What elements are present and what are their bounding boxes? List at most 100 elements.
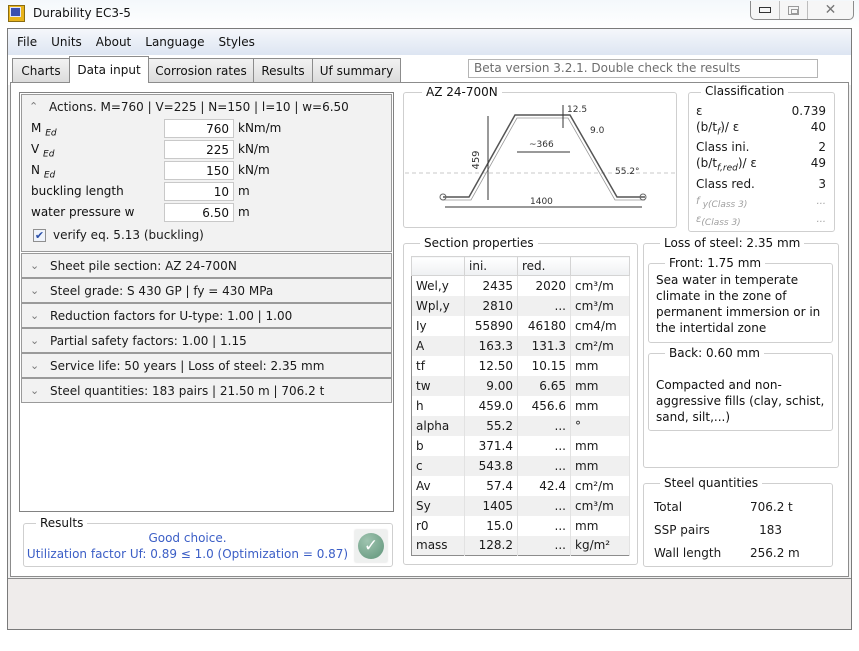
minimize-button[interactable]	[751, 1, 781, 19]
reduction-factors-header[interactable]: ⌄ Reduction factors for U-type: 1.00 | 1.…	[21, 303, 392, 328]
table-row[interactable]: c 543.8... mm	[411, 455, 630, 476]
table-row[interactable]: Av 57.4 42.4 cm²/m	[411, 475, 630, 496]
property-name: h	[411, 395, 465, 416]
service-life-header[interactable]: ⌄ Service life: 50 years | Loss of steel:…	[21, 353, 392, 378]
unit: cm³/m	[570, 495, 630, 516]
initial-value: 2810	[464, 295, 518, 316]
section-properties-title: Section properties	[420, 236, 538, 250]
v-ed-input[interactable]	[164, 140, 234, 159]
table-row[interactable]: h 459.0 456.6 mm	[411, 395, 630, 416]
column-header-unit[interactable]	[570, 256, 630, 276]
unit: cm²/m	[570, 335, 630, 356]
menu-bar: File Units About Language Styles	[8, 29, 851, 55]
table-row[interactable]: Iy 55890 46180 cm4/m	[411, 315, 630, 336]
n-ed-input[interactable]	[164, 161, 234, 180]
front-corrosion-title: Front: 1.75 mm	[665, 256, 766, 270]
tab-data-input[interactable]: Data input	[69, 56, 149, 83]
column-header[interactable]	[411, 256, 465, 276]
steel-quantities-header[interactable]: ⌄ Steel quantities: 183 pairs | 21.50 m |…	[21, 378, 392, 403]
table-row[interactable]: Wel,y 2435 2020 cm³/m	[411, 275, 630, 296]
back-corrosion-description: Compacted and non-aggressive fills (clay…	[656, 378, 825, 424]
checkmark-icon: ✔	[34, 229, 45, 242]
app-icon	[8, 5, 25, 22]
unit: cm³/m	[570, 275, 630, 296]
table-row[interactable]: tw 9.00 6.65 mm	[411, 375, 630, 396]
chevron-down-icon: ⌄	[30, 259, 40, 272]
tab-corrosion-rates[interactable]: Corrosion rates	[148, 58, 254, 82]
property-name: Wpl,y	[411, 295, 465, 316]
verify-buckling-checkbox[interactable]: ✔	[33, 229, 46, 242]
m-ed-input[interactable]	[164, 119, 234, 138]
property-name: A	[411, 335, 465, 356]
initial-value: 55.2	[464, 415, 518, 436]
property-name: Wel,y	[411, 275, 465, 296]
menu-styles[interactable]: Styles	[219, 35, 255, 49]
initial-value: 459.0	[464, 395, 518, 416]
reduced-value: 131.3	[517, 335, 571, 356]
reduced-value: 10.15	[517, 355, 571, 376]
sheet-pile-section-header[interactable]: ⌄ Sheet pile section: AZ 24-700N	[21, 253, 392, 278]
column-header-red[interactable]: red.	[517, 256, 571, 276]
reduced-value: ...	[517, 495, 571, 516]
unit: cm³/m	[570, 295, 630, 316]
property-name: alpha	[411, 415, 465, 436]
table-row[interactable]: Sy 1405... cm³/m	[411, 495, 630, 516]
n-ed-label: N Ed	[31, 163, 56, 181]
classification-row: ε 0.739	[696, 104, 826, 118]
section-summary: Reduction factors for U-type: 1.00 | 1.0…	[50, 308, 293, 323]
actions-section-header[interactable]: ⌃ Actions. M=760 | V=225 | N=150 | l=10 …	[21, 94, 392, 119]
tab-charts[interactable]: Charts	[12, 58, 70, 82]
top-width-dim: ~366	[529, 140, 554, 150]
steel-quantity-row: SSP pairs 183	[654, 523, 782, 537]
menu-about[interactable]: About	[96, 35, 131, 49]
m-ed-label: M Ed	[31, 121, 57, 139]
menu-language[interactable]: Language	[145, 35, 204, 49]
menu-file[interactable]: File	[17, 35, 37, 49]
column-header-ini[interactable]: ini.	[464, 256, 518, 276]
buckling-length-unit: m	[238, 184, 250, 198]
verify-buckling-label[interactable]: verify eq. 5.13 (buckling)	[53, 228, 204, 242]
maximize-button[interactable]	[780, 1, 808, 19]
partial-safety-factors-header[interactable]: ⌄ Partial safety factors: 1.00 | 1.15	[21, 328, 392, 353]
table-row[interactable]: tf 12.50 10.15 mm	[411, 355, 630, 376]
classification-title: Classification	[701, 84, 789, 98]
loss-of-steel-title: Loss of steel: 2.35 mm	[660, 236, 805, 250]
buckling-length-label: buckling length	[31, 184, 124, 198]
section-summary: Partial safety factors: 1.00 | 1.15	[50, 333, 247, 348]
results-title: Results	[36, 516, 88, 530]
property-name: Sy	[411, 495, 465, 516]
chevron-down-icon: ⌄	[30, 359, 40, 372]
property-name: c	[411, 455, 465, 476]
initial-value: 2435	[464, 275, 518, 296]
check-icon: ✓	[355, 530, 387, 562]
reduced-value: ...	[517, 295, 571, 316]
reduced-value: 42.4	[517, 475, 571, 496]
table-row[interactable]: A 163.3 131.3 cm²/m	[411, 335, 630, 356]
menu-units[interactable]: Units	[51, 35, 82, 49]
window-title: Durability EC3-5	[33, 6, 131, 20]
property-name: Av	[411, 475, 465, 496]
table-row[interactable]: Wpl,y 2810... cm³/m	[411, 295, 630, 316]
sheet-pile-drawing: 459 12.5 9.0 ~366 55.2° 1400	[405, 105, 675, 208]
table-row[interactable]: alpha 55.2... °	[411, 415, 630, 436]
unit: mm	[570, 355, 630, 376]
buckling-length-input[interactable]	[164, 182, 234, 201]
reduced-value: ...	[517, 415, 571, 436]
steel-grade-header[interactable]: ⌄ Steel grade: S 430 GP | fy = 430 MPa	[21, 278, 392, 303]
table-header-row: ini. red.	[411, 256, 630, 276]
initial-value: 9.00	[464, 375, 518, 396]
reduced-value: ...	[517, 535, 571, 556]
tab-uf-summary[interactable]: Uf summary	[312, 58, 401, 82]
actions-summary: Actions. M=760 | V=225 | N=150 | l=10 | …	[49, 99, 349, 114]
close-button[interactable]: ✕	[808, 1, 853, 19]
table-row[interactable]: r0 15.0... mm	[411, 515, 630, 536]
section-drawing-title: AZ 24-700N	[422, 85, 502, 99]
table-row[interactable]: b 371.4... mm	[411, 435, 630, 456]
table-row[interactable]: mass 128.2... kg/m²	[411, 535, 630, 556]
initial-value: 1405	[464, 495, 518, 516]
property-name: Iy	[411, 315, 465, 336]
steel-quantities-title: Steel quantities	[660, 476, 763, 490]
tab-results[interactable]: Results	[253, 58, 313, 82]
angle-dim: 55.2°	[615, 167, 640, 177]
water-pressure-input[interactable]	[164, 203, 234, 222]
